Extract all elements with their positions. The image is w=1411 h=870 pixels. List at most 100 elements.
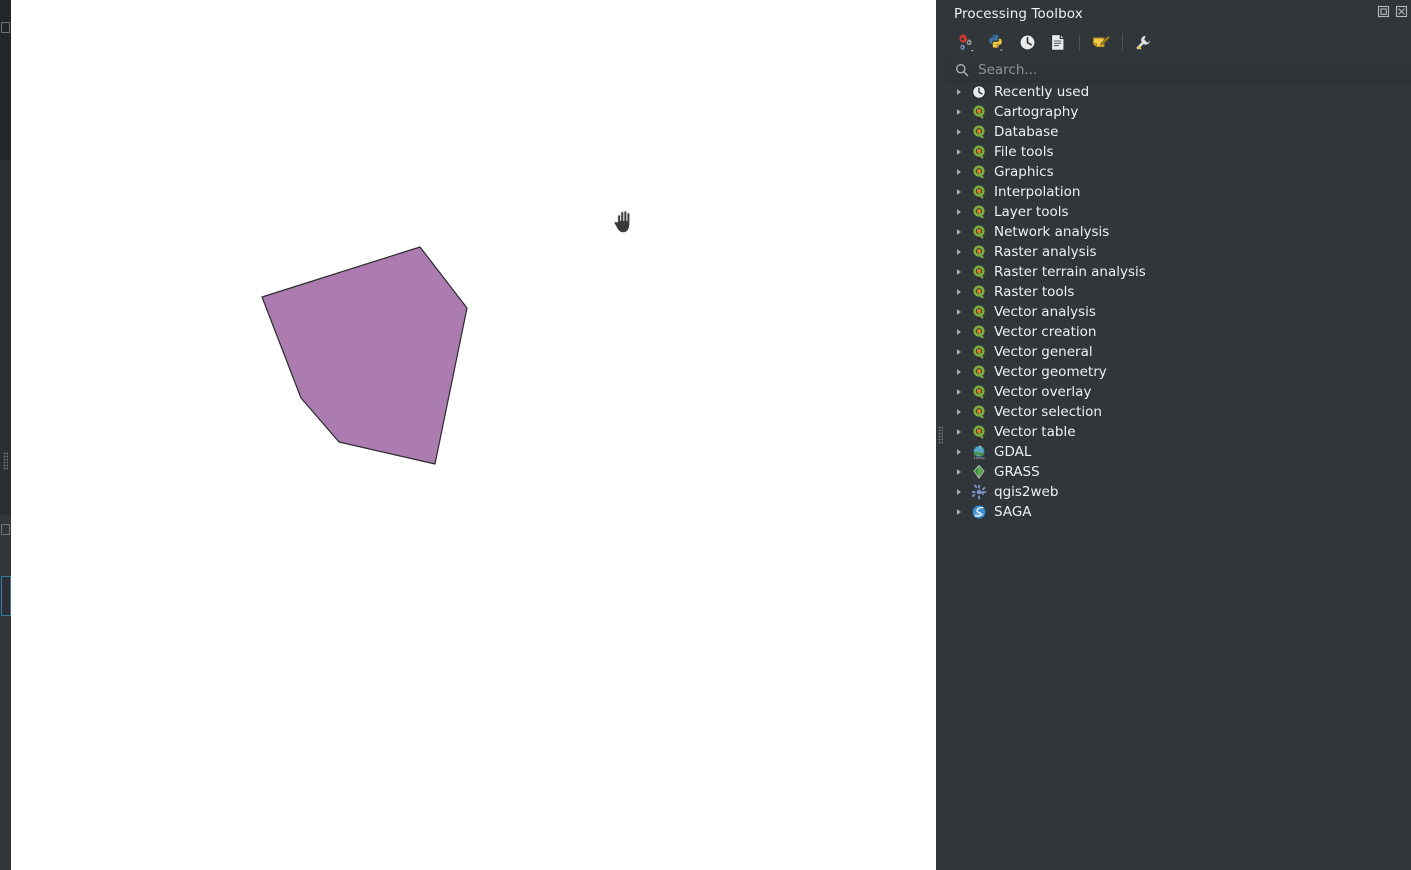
tree-item-label: Database [994,124,1059,140]
float-dock-button[interactable] [1376,4,1391,19]
qgis2web-icon [971,484,987,500]
tree-item-qgis2web[interactable]: qgis2web [945,482,1411,502]
tree-item-label: Graphics [994,164,1054,180]
history-button[interactable] [1016,32,1038,54]
chevron-right-icon[interactable] [957,242,971,262]
algorithm-tree[interactable]: Recently used Cartography Database File too… [945,82,1411,870]
edit-model-button[interactable] [1090,32,1112,54]
tree-item-raster-analysis[interactable]: Raster analysis [945,242,1411,262]
tree-item-vector-table[interactable]: Vector table [945,422,1411,442]
panel-tab-icon-top[interactable] [1,22,10,33]
chevron-right-icon[interactable] [957,402,971,422]
tree-item-label: GDAL [994,444,1032,460]
close-dock-button[interactable] [1394,4,1409,19]
chevron-right-icon[interactable] [957,382,971,402]
chevron-right-icon[interactable] [957,342,971,362]
saga-icon [971,504,987,520]
qgis-q-icon [971,124,987,140]
tree-item-label: GRASS [994,464,1040,480]
qgis-q-icon [971,184,987,200]
tree-item-file-tools[interactable]: File tools [945,142,1411,162]
collapsed-dock-rail [0,0,11,870]
tree-item-vector-overlay[interactable]: Vector overlay [945,382,1411,402]
tree-item-graphics[interactable]: Graphics [945,162,1411,182]
scripts-button[interactable] [985,32,1007,54]
panel-title: Processing Toolbox [954,6,1083,22]
tree-item-gdal[interactable]: GDAL [945,442,1411,462]
panel-tab-icon-middle[interactable] [1,524,10,535]
gdal-icon [971,444,987,460]
tree-item-grass[interactable]: GRASS [945,462,1411,482]
map-canvas-svg [261,246,468,465]
chevron-right-icon[interactable] [957,222,971,242]
tree-item-interpolation[interactable]: Interpolation [945,182,1411,202]
qgis-q-icon [971,164,987,180]
qgis-q-icon [971,364,987,380]
tree-item-label: SAGA [994,504,1032,520]
tree-item-cartography[interactable]: Cartography [945,102,1411,122]
qgis-main-window: Processing Toolbox Search... Recently us… [0,0,1411,870]
tree-item-vector-analysis[interactable]: Vector analysis [945,302,1411,322]
search-row[interactable] [945,58,1411,82]
chevron-right-icon[interactable] [957,502,971,522]
tree-item-vector-geometry[interactable]: Vector geometry [945,362,1411,382]
toolbar-separator-1 [1079,34,1080,51]
map-canvas[interactable] [11,0,936,870]
qgis-q-icon [971,104,987,120]
tree-item-label: Network analysis [994,224,1110,240]
chevron-right-icon[interactable] [957,82,971,102]
toolbar-separator-2 [1122,34,1123,51]
chevron-right-icon[interactable] [957,162,971,182]
models-button[interactable] [954,32,976,54]
tree-item-raster-tools[interactable]: Raster tools [945,282,1411,302]
tree-item-layer-tools[interactable]: Layer tools [945,202,1411,222]
processing-toolbox-panel: Processing Toolbox Search... Recently us… [945,0,1411,870]
chevron-right-icon[interactable] [957,482,971,502]
search-input[interactable] [978,61,1358,78]
tree-item-raster-terrain-analysis[interactable]: Raster terrain analysis [945,262,1411,282]
canvas-dock-splitter[interactable] [936,0,945,870]
chevron-right-icon[interactable] [957,422,971,442]
chevron-right-icon[interactable] [957,282,971,302]
tree-item-vector-general[interactable]: Vector general [945,342,1411,362]
chevron-right-icon[interactable] [957,122,971,142]
tree-item-label: Vector creation [994,324,1097,340]
tree-item-vector-selection[interactable]: Vector selection [945,402,1411,422]
chevron-right-icon[interactable] [957,322,971,342]
qgis-q-icon [971,304,987,320]
tree-item-label: Layer tools [994,204,1069,220]
polygon-feature[interactable] [261,246,468,465]
options-button[interactable] [1133,32,1155,54]
chevron-right-icon[interactable] [957,262,971,282]
grass-leaf-icon [971,464,987,480]
chevron-right-icon[interactable] [957,302,971,322]
chevron-right-icon[interactable] [957,442,971,462]
tree-item-label: Vector general [994,344,1093,360]
tree-item-saga[interactable]: SAGA [945,502,1411,522]
splitter-grip[interactable] [938,426,943,444]
tree-item-recently-used[interactable]: Recently used [945,82,1411,102]
processing-toolbar [945,28,1411,57]
qgis-q-icon [971,224,987,240]
chevron-right-icon[interactable] [957,362,971,382]
chevron-right-icon[interactable] [957,102,971,122]
chevron-right-icon[interactable] [957,182,971,202]
tree-item-vector-creation[interactable]: Vector creation [945,322,1411,342]
tree-item-network-analysis[interactable]: Network analysis [945,222,1411,242]
search-icon [955,63,969,77]
chevron-right-icon[interactable] [957,202,971,222]
chevron-right-icon[interactable] [957,462,971,482]
tree-item-label: Vector analysis [994,304,1096,320]
log-button[interactable] [1047,32,1069,54]
qgis-q-icon [971,424,987,440]
tree-item-label: Raster terrain analysis [994,264,1146,280]
tree-item-database[interactable]: Database [945,122,1411,142]
chevron-right-icon[interactable] [957,142,971,162]
qgis-q-icon [971,384,987,400]
tree-item-label: Cartography [994,104,1079,120]
panel-tab-selected[interactable] [1,576,11,616]
tree-item-label: Vector geometry [994,364,1107,380]
qgis-q-icon [971,324,987,340]
qgis-q-icon [971,404,987,420]
left-splitter-grip[interactable] [3,452,8,470]
